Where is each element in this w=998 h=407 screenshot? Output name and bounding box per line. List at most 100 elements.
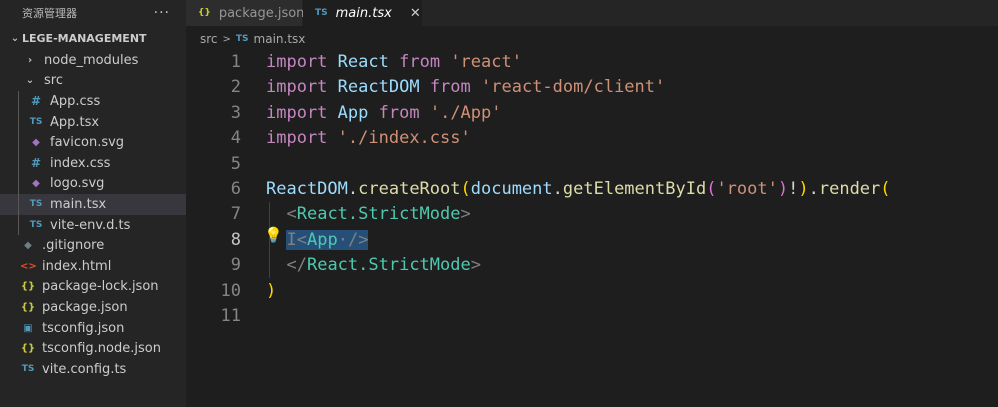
code-token: getElementById [562,179,707,199]
code-line: 9 </React.StrictMode> [186,253,998,278]
tree-item[interactable]: ▣ tsconfig.json [0,318,186,339]
code-token: </ [286,255,307,276]
tree-item-label: App.tsx [50,114,100,130]
close-icon[interactable]: ✕ [410,6,421,21]
code-token: > [460,204,471,225]
tree-item-label: tsconfig.json [42,320,125,336]
code-line: 7 <React.StrictMode> [186,202,998,227]
chevron-right-icon: › [27,54,33,66]
tree-item-label: src [44,73,63,89]
code-token: ! [788,179,799,199]
tree-item-label: main.tsx [50,196,107,212]
code-token: ( [706,179,717,199]
typescript-file-icon: TS [29,117,43,128]
line-number: 7 [230,204,241,225]
svg-file-icon: ◆ [32,137,40,149]
json-file-icon: {} [20,281,36,293]
tree-item-label: logo.svg [50,176,105,192]
code-editor[interactable]: 💡 1 import React from 'react' 2 import R… [186,50,998,407]
tree-item[interactable]: TS main.tsx [0,194,186,215]
code-token: · [337,229,348,250]
tree-item[interactable]: TS vite-env.d.ts [0,215,186,236]
tree-item-label: App.css [50,93,101,109]
code-token: render [818,179,881,199]
tree-item[interactable]: TS vite.config.ts [0,359,186,380]
breadcrumb-folder[interactable]: src [200,32,218,46]
explorer-sidebar: 资源管理器 ··· ⌄ LEGE-MANAGEMENT › node_module… [0,0,186,407]
tree-item[interactable]: # index.css [0,153,186,174]
code-token: 'root' [716,179,778,199]
selected-text: I<App·/> [286,229,369,250]
json-file-icon: {} [20,343,36,355]
chevron-down-icon: ⌄ [10,32,20,44]
code-token: from [378,102,420,123]
code-token: ReactDOM [337,77,420,98]
code-token: . [347,179,359,199]
tab-main-tsx[interactable]: TS main.tsx ✕ [303,0,423,26]
typescript-file-icon: TS [29,220,43,231]
code-token: . [552,179,563,199]
code-token: ) [266,280,277,301]
tree-item[interactable]: ◆ favicon.svg [0,132,186,153]
tree-item[interactable]: ◆ logo.svg [0,174,186,195]
line-number: 10 [220,280,241,301]
tree-item-label: tsconfig.node.json [42,341,161,357]
code-token: > [470,255,481,276]
tree-item[interactable]: {} package-lock.json [0,277,186,298]
editor-tab-bar: {} package.json TS main.tsx ✕ [186,0,998,26]
json-file-icon: {} [20,301,36,313]
typescript-file-icon: TS [315,8,328,18]
code-token: ( [460,179,471,199]
line-number: 1 [230,52,241,72]
code-line: 6 ReactDOM.createRoot(document.getElemen… [186,177,998,202]
tree-item[interactable]: {} tsconfig.node.json [0,338,186,359]
code-token: import [266,77,328,98]
tree-item[interactable]: TS App.tsx [0,112,186,133]
tree-item-label: package-lock.json [42,279,159,295]
explorer-header: 资源管理器 ··· [0,0,186,26]
tree-item-label: package.json [42,299,128,315]
tree-item-label: index.css [50,155,111,171]
code-token: ) [777,179,789,199]
code-token: App [337,102,369,123]
line-number: 6 [230,179,241,199]
code-token: React.StrictMode [296,204,461,225]
code-token: './App' [429,102,502,123]
code-token: from [429,77,471,98]
code-token: import [266,128,328,149]
code-token: ReactDOM [266,179,348,199]
breadcrumb-file[interactable]: main.tsx [254,32,306,46]
tree-item[interactable]: <> index.html [0,256,186,277]
typescript-file-icon: TS [21,364,35,375]
html-file-icon: <> [20,260,37,272]
tree-item-label: index.html [42,258,112,274]
code-token: ) [798,179,809,199]
svg-file-icon: ◆ [32,178,40,190]
tab-package-json[interactable]: {} package.json [186,0,304,26]
code-line: 2 import ReactDOM from 'react-dom/client… [186,75,998,100]
chevron-down-icon: ⌄ [25,75,35,87]
project-root-folder[interactable]: ⌄ LEGE-MANAGEMENT [0,26,186,50]
code-token: /> [347,229,369,250]
typescript-file-icon: TS [29,199,43,210]
tree-item[interactable]: › node_modules [0,50,186,71]
file-tree: › node_modules ⌄ src # App.css TS App.tsx ◆ favic… [0,50,186,380]
line-number: 4 [230,128,241,149]
code-token: 'react' [450,52,522,72]
code-token: < [296,229,307,250]
tree-item-label: vite.config.ts [42,361,127,377]
text-cursor: I [286,229,297,250]
more-actions-icon[interactable]: ··· [154,5,170,21]
tsconfig-file-icon: ▣ [23,322,33,334]
tree-item-label: .gitignore [42,238,105,254]
css-file-icon: # [30,94,42,109]
project-root-label: LEGE-MANAGEMENT [22,31,147,45]
code-token: import [266,102,328,123]
line-number: 8 [230,229,241,250]
tree-item[interactable]: {} package.json [0,297,186,318]
tree-item[interactable]: # App.css [0,91,186,112]
code-token: React.StrictMode [306,255,471,276]
tree-item[interactable]: ◆ .gitignore [0,235,186,256]
tree-item[interactable]: ⌄ src [0,71,186,92]
explorer-title: 资源管理器 [22,7,77,20]
